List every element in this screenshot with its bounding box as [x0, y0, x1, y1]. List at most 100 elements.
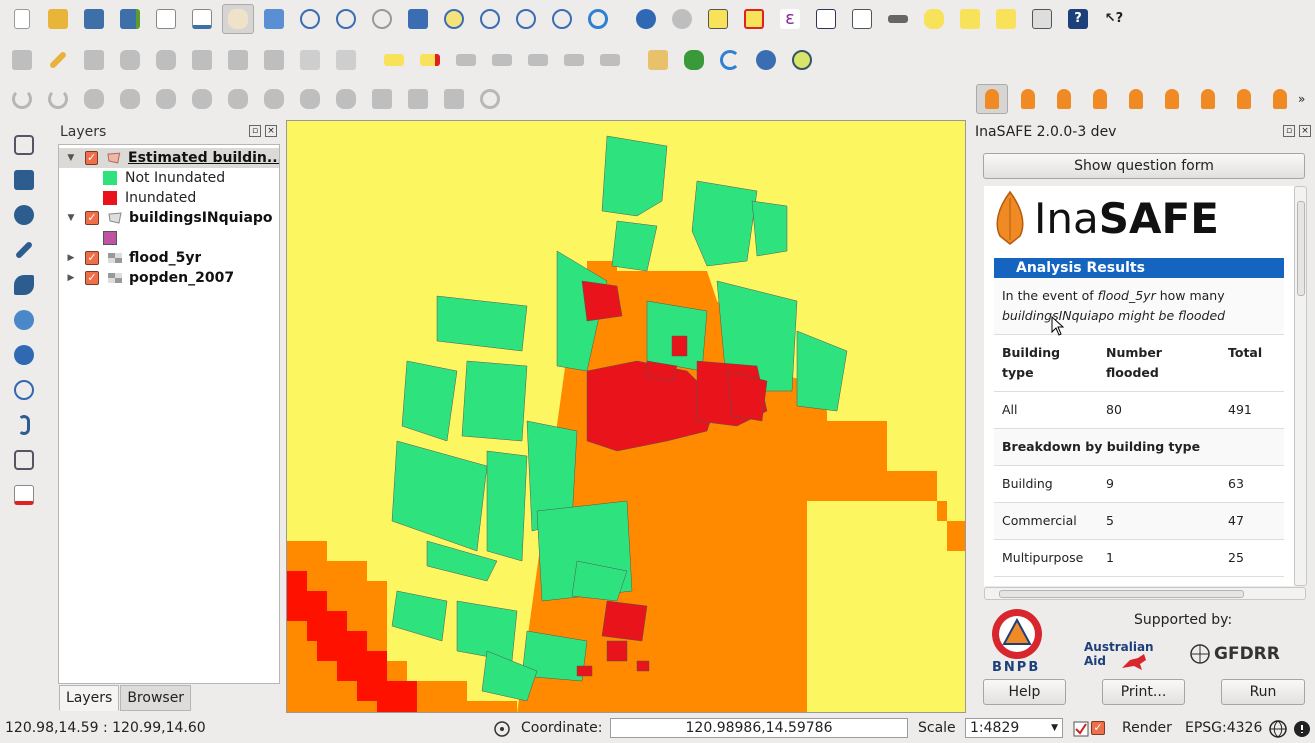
- keywords-icon[interactable]: [1012, 84, 1044, 114]
- options-icon[interactable]: [1084, 84, 1116, 114]
- coordinate-field[interactable]: 120.98986,14.59786: [610, 718, 908, 738]
- layer-row-popden[interactable]: ▶ ✓ popden_2007: [59, 268, 279, 288]
- add-wms-layer-icon[interactable]: [8, 305, 40, 335]
- layer-visibility-checkbox[interactable]: ✓: [85, 251, 99, 265]
- label-rotate-icon[interactable]: [558, 45, 590, 75]
- offset-curve-icon[interactable]: [330, 84, 362, 114]
- float-panel-icon[interactable]: ▫: [249, 125, 261, 137]
- whats-this-icon[interactable]: ↖?: [1098, 4, 1130, 34]
- zoom-out-icon[interactable]: [330, 4, 362, 34]
- zoom-full-icon[interactable]: [402, 4, 434, 34]
- close-panel-icon[interactable]: ×: [265, 125, 277, 137]
- reshape-icon[interactable]: [294, 84, 326, 114]
- label-move-icon[interactable]: [522, 45, 554, 75]
- zoom-native-icon[interactable]: [366, 4, 398, 34]
- rotate-point-icon[interactable]: [474, 84, 506, 114]
- label-pin-icon[interactable]: [414, 45, 446, 75]
- python-console-icon[interactable]: [714, 45, 746, 75]
- split-parts-icon[interactable]: [402, 84, 434, 114]
- layer-row-estimated-buildings[interactable]: ▼ ✓ Estimated buildin...: [59, 148, 279, 168]
- current-edits-icon[interactable]: [6, 45, 38, 75]
- add-ring-icon[interactable]: [114, 84, 146, 114]
- render-checkbox[interactable]: ✓: [1091, 721, 1105, 735]
- delete-part-icon[interactable]: [258, 84, 290, 114]
- field-calculator-icon[interactable]: ε: [774, 4, 806, 34]
- help-button[interactable]: Help: [983, 679, 1066, 705]
- projection-icon[interactable]: [1268, 719, 1288, 739]
- copy-features-icon[interactable]: [294, 45, 326, 75]
- impact-functions-icon[interactable]: [1048, 84, 1080, 114]
- tab-layers[interactable]: Layers: [59, 685, 120, 711]
- zoom-to-selection-icon[interactable]: [438, 4, 470, 34]
- gps-icon[interactable]: [786, 45, 818, 75]
- scale-combobox[interactable]: 1:4829 ▼: [965, 718, 1063, 738]
- layer-row-flood[interactable]: ▶ ✓ flood_5yr: [59, 248, 279, 268]
- georeferencer-icon[interactable]: [750, 45, 782, 75]
- layer-row-buildings[interactable]: ▼ ✓ buildingsINquiapo: [59, 208, 279, 228]
- results-horizontal-scrollbar[interactable]: [984, 587, 1306, 600]
- add-mssql-layer-icon[interactable]: [8, 270, 40, 300]
- label-change-icon[interactable]: [594, 45, 626, 75]
- remove-layer-icon[interactable]: [8, 480, 40, 510]
- new-shapefile-icon[interactable]: [8, 445, 40, 475]
- refresh-icon[interactable]: [582, 4, 614, 34]
- redo-icon[interactable]: [42, 84, 74, 114]
- save-project-icon[interactable]: [78, 4, 110, 34]
- merge-features-icon[interactable]: [438, 84, 470, 114]
- paste-features-icon[interactable]: [330, 45, 362, 75]
- run-button[interactable]: Run: [1221, 679, 1305, 705]
- add-wfs-layer-icon[interactable]: [8, 375, 40, 405]
- toolbar-overflow-icon[interactable]: »: [1298, 92, 1305, 106]
- save-edits-icon[interactable]: [78, 45, 110, 75]
- label-highlight-icon[interactable]: [450, 45, 482, 75]
- show-bookmarks-icon[interactable]: [990, 4, 1022, 34]
- plugin-install-icon[interactable]: [642, 45, 674, 75]
- annotation-icon[interactable]: [918, 4, 950, 34]
- new-bookmark-icon[interactable]: [954, 4, 986, 34]
- new-print-composer-icon[interactable]: [150, 4, 182, 34]
- composer-manager-icon[interactable]: [186, 4, 218, 34]
- open-project-icon[interactable]: [42, 4, 74, 34]
- results-vertical-scrollbar[interactable]: [1294, 186, 1307, 586]
- fill-ring-icon[interactable]: [186, 84, 218, 114]
- split-features-icon[interactable]: [366, 84, 398, 114]
- toggle-editing-icon[interactable]: [42, 45, 74, 75]
- add-vector-layer-icon[interactable]: [8, 130, 40, 160]
- analysis-results-view[interactable]: InaSAFE Analysis Results In the event of…: [984, 186, 1294, 586]
- label-icon[interactable]: [378, 45, 410, 75]
- render-suppress-icon[interactable]: [1072, 720, 1090, 738]
- add-part-icon[interactable]: [150, 84, 182, 114]
- expand-arrow-icon[interactable]: ▶: [65, 253, 77, 263]
- attribute-table-icon[interactable]: [810, 4, 842, 34]
- add-delimited-text-icon[interactable]: [8, 410, 40, 440]
- zoom-next-icon[interactable]: [546, 4, 578, 34]
- scrollbar-thumb[interactable]: [999, 590, 1244, 598]
- statistics-icon[interactable]: [846, 4, 878, 34]
- pan-to-selection-icon[interactable]: [258, 4, 290, 34]
- delete-selected-icon[interactable]: [222, 45, 254, 75]
- converter-icon[interactable]: [1156, 84, 1188, 114]
- messages-icon[interactable]: [1292, 719, 1312, 739]
- chevron-down-icon[interactable]: ▼: [1051, 719, 1058, 737]
- label-show-hide-icon[interactable]: [486, 45, 518, 75]
- add-spatialite-layer-icon[interactable]: [8, 235, 40, 265]
- show-question-form-button[interactable]: Show question form: [983, 153, 1305, 179]
- scrollbar-thumb[interactable]: [1297, 201, 1305, 296]
- osm-downloader-icon[interactable]: [1228, 84, 1260, 114]
- identify-icon[interactable]: [630, 4, 662, 34]
- move-feature-icon[interactable]: [150, 45, 182, 75]
- layer-visibility-checkbox[interactable]: ✓: [84, 151, 99, 165]
- help-icon[interactable]: ?: [1062, 4, 1094, 34]
- inasafe-dock-icon[interactable]: [976, 84, 1008, 114]
- cut-features-icon[interactable]: [258, 45, 290, 75]
- new-project-icon[interactable]: [6, 4, 38, 34]
- collapse-arrow-icon[interactable]: ▼: [65, 213, 77, 223]
- plugin-manager-icon[interactable]: [678, 45, 710, 75]
- crs-label[interactable]: EPSG:4326: [1185, 720, 1262, 736]
- expand-arrow-icon[interactable]: ▶: [65, 273, 77, 283]
- tab-browser[interactable]: Browser: [120, 685, 192, 711]
- minimum-needs-icon[interactable]: [1120, 84, 1152, 114]
- close-panel-icon[interactable]: ×: [1299, 125, 1311, 137]
- select-features-icon[interactable]: [702, 4, 734, 34]
- zoom-to-layer-icon[interactable]: [474, 4, 506, 34]
